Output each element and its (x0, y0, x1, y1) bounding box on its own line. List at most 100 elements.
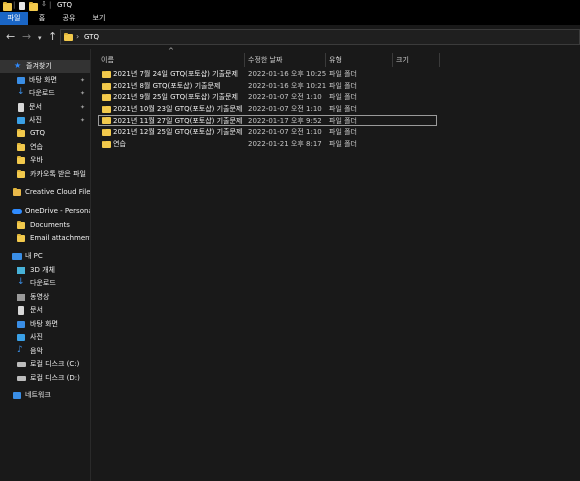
video-icon (17, 294, 25, 301)
drive-icon (17, 376, 26, 381)
sidebar-item-quick-access[interactable]: ★ 즐겨찾기 (0, 60, 90, 73)
folder-icon (102, 106, 111, 113)
sidebar-item-onedrive-documents[interactable]: Documents (0, 219, 90, 232)
sidebar-item-pc-desktop[interactable]: 바탕 화면 (0, 318, 90, 331)
recent-locations-icon[interactable]: ▾ (38, 33, 42, 44)
file-date: 2022-01-21 오후 8:17 (248, 140, 322, 148)
sidebar-item-pc-documents[interactable]: 문서 (0, 304, 90, 317)
file-date: 2022-01-07 오전 1:10 (248, 93, 322, 101)
column-header-date-modified[interactable]: 수정한 날짜 (245, 53, 326, 67)
sidebar-item-onedrive[interactable]: OneDrive - Personal (0, 205, 90, 218)
back-arrow-icon[interactable]: ← (6, 31, 15, 42)
sidebar-item-downloads[interactable]: ↓ 다운로드 ✦ (0, 87, 90, 100)
title-bar: | ⇩ | GTQ (0, 0, 580, 12)
drive-icon (17, 362, 26, 367)
table-row[interactable]: 2021년 8월 GTQ(포토샵) 기출문제 2022-01-16 오후 10:… (98, 81, 437, 92)
sidebar-item-documents[interactable]: 문서 ✦ (0, 101, 90, 114)
folder-icon (102, 117, 111, 124)
file-name: 연습 (113, 140, 126, 148)
table-row[interactable]: 연습 2022-01-21 오후 8:17 파일 폴더 (98, 139, 437, 150)
folder-icon (102, 71, 111, 78)
forward-arrow-icon[interactable]: → (22, 31, 31, 42)
folder-icon (17, 221, 25, 229)
pin-icon[interactable]: ✦ (80, 87, 85, 100)
folder-icon (3, 2, 12, 11)
file-date: 2022-01-07 오전 1:10 (248, 128, 322, 136)
new-folder-icon[interactable] (29, 2, 38, 11)
separator-icon: | (13, 1, 16, 9)
table-row[interactable]: 2021년 9월 25일 GTQ(포토샵) 기출문제 2022-01-07 오전… (98, 92, 437, 103)
sidebar-item-pictures[interactable]: 사진 ✦ (0, 114, 90, 127)
file-name: 2021년 12월 25일 GTQ(포토샵) 기출문제 (113, 128, 243, 136)
sidebar-item-uba[interactable]: 우바 (0, 154, 90, 167)
sidebar-item-drive-d[interactable]: 로컬 디스크 (D:) (0, 372, 90, 385)
pin-icon[interactable]: ✦ (80, 114, 85, 127)
folder-icon (17, 129, 25, 137)
file-date: 2022-01-17 오후 9:52 (248, 117, 322, 125)
file-name: 2021년 8월 GTQ(포토샵) 기출문제 (113, 82, 221, 90)
table-row[interactable]: 2021년 7월 24일 GTQ(포토샵) 기출문제 2022-01-16 오후… (98, 69, 437, 80)
sidebar-item-gtq[interactable]: GTQ (0, 127, 90, 140)
file-name: 2021년 9월 25일 GTQ(포토샵) 기출문제 (113, 93, 238, 101)
file-date: 2022-01-07 오전 1:10 (248, 105, 322, 113)
file-name: 2021년 11월 27일 GTQ(포토샵) 기출문제 (113, 117, 243, 125)
document-icon (18, 306, 24, 315)
cube-icon (17, 267, 25, 274)
download-icon: ↓ (17, 277, 25, 287)
customize-quick-access-icon[interactable]: ⇩ (41, 0, 47, 8)
window-title: GTQ (57, 1, 72, 9)
sidebar-item-desktop[interactable]: 바탕 화면 ✦ (0, 74, 90, 87)
pin-icon[interactable]: ✦ (80, 74, 85, 87)
table-row[interactable]: 2021년 11월 27일 GTQ(포토샵) 기출문제 2022-01-17 오… (98, 115, 437, 126)
sidebar-item-3d-objects[interactable]: 3D 개체 (0, 264, 90, 277)
sidebar-item-music[interactable]: ♪ 음악 (0, 345, 90, 358)
navigation-pane: ★ 즐겨찾기 바탕 화면 ✦ ↓ 다운로드 ✦ 문서 ✦ 사진 ✦ GTQ 연습… (0, 55, 90, 481)
pictures-icon (17, 334, 25, 341)
column-header-type[interactable]: 유형 (326, 53, 393, 67)
sidebar-item-pc-pictures[interactable]: 사진 (0, 331, 90, 344)
desktop-icon (17, 77, 25, 84)
column-header-name[interactable]: 이름 (98, 53, 245, 67)
file-type: 파일 폴더 (329, 140, 357, 148)
tab-file[interactable]: 파일 (0, 12, 28, 25)
table-row[interactable]: 2021년 10월 23일 GTQ(포토샵) 기출문제 2022-01-07 오… (98, 104, 437, 115)
sidebar-item-drive-c[interactable]: 로컬 디스크 (C:) (0, 358, 90, 371)
pin-icon[interactable]: ✦ (80, 101, 85, 114)
pictures-icon (17, 117, 25, 124)
sidebar-item-kakaotalk[interactable]: 카카오톡 받은 파일 (0, 168, 90, 181)
document-icon (18, 103, 24, 112)
sidebar-item-videos[interactable]: 동영상 (0, 291, 90, 304)
file-type: 파일 폴더 (329, 128, 357, 136)
sidebar-item-practice[interactable]: 연습 (0, 141, 90, 154)
table-row[interactable]: 2021년 12월 25일 GTQ(포토샵) 기출문제 2022-01-07 오… (98, 127, 437, 138)
breadcrumb-item[interactable]: GTQ (84, 31, 99, 43)
folder-icon (17, 156, 25, 164)
sidebar-item-network[interactable]: 네트워크 (0, 389, 90, 402)
music-icon: ♪ (17, 345, 23, 355)
file-type: 파일 폴더 (329, 82, 357, 90)
up-arrow-icon[interactable]: ↑ (48, 31, 57, 42)
sidebar-item-pc-downloads[interactable]: ↓ 다운로드 (0, 277, 90, 290)
file-date: 2022-01-16 오후 10:25 (248, 70, 327, 78)
breadcrumb-separator: › (76, 32, 80, 41)
sidebar-item-creative-cloud[interactable]: Creative Cloud Files (0, 186, 90, 199)
network-icon (13, 392, 21, 399)
folder-icon (17, 143, 25, 151)
tab-share[interactable]: 공유 (57, 12, 81, 25)
file-type: 파일 폴더 (329, 105, 357, 113)
file-type: 파일 폴더 (329, 117, 357, 125)
separator-icon: | (49, 1, 52, 9)
column-header-size[interactable]: 크기 (393, 53, 440, 67)
sidebar-item-this-pc[interactable]: 내 PC (0, 250, 90, 263)
sidebar-item-email-attachments[interactable]: Email attachments (0, 232, 90, 245)
creative-cloud-icon (13, 188, 21, 196)
file-type: 파일 폴더 (329, 70, 357, 78)
tab-view[interactable]: 보기 (87, 12, 111, 25)
file-type: 파일 폴더 (329, 93, 357, 101)
desktop-icon (17, 321, 25, 328)
computer-icon (12, 253, 22, 260)
tab-home[interactable]: 홈 (33, 12, 51, 25)
address-bar[interactable]: › GTQ (60, 29, 580, 45)
folder-icon (102, 94, 111, 101)
properties-icon[interactable] (19, 2, 25, 10)
